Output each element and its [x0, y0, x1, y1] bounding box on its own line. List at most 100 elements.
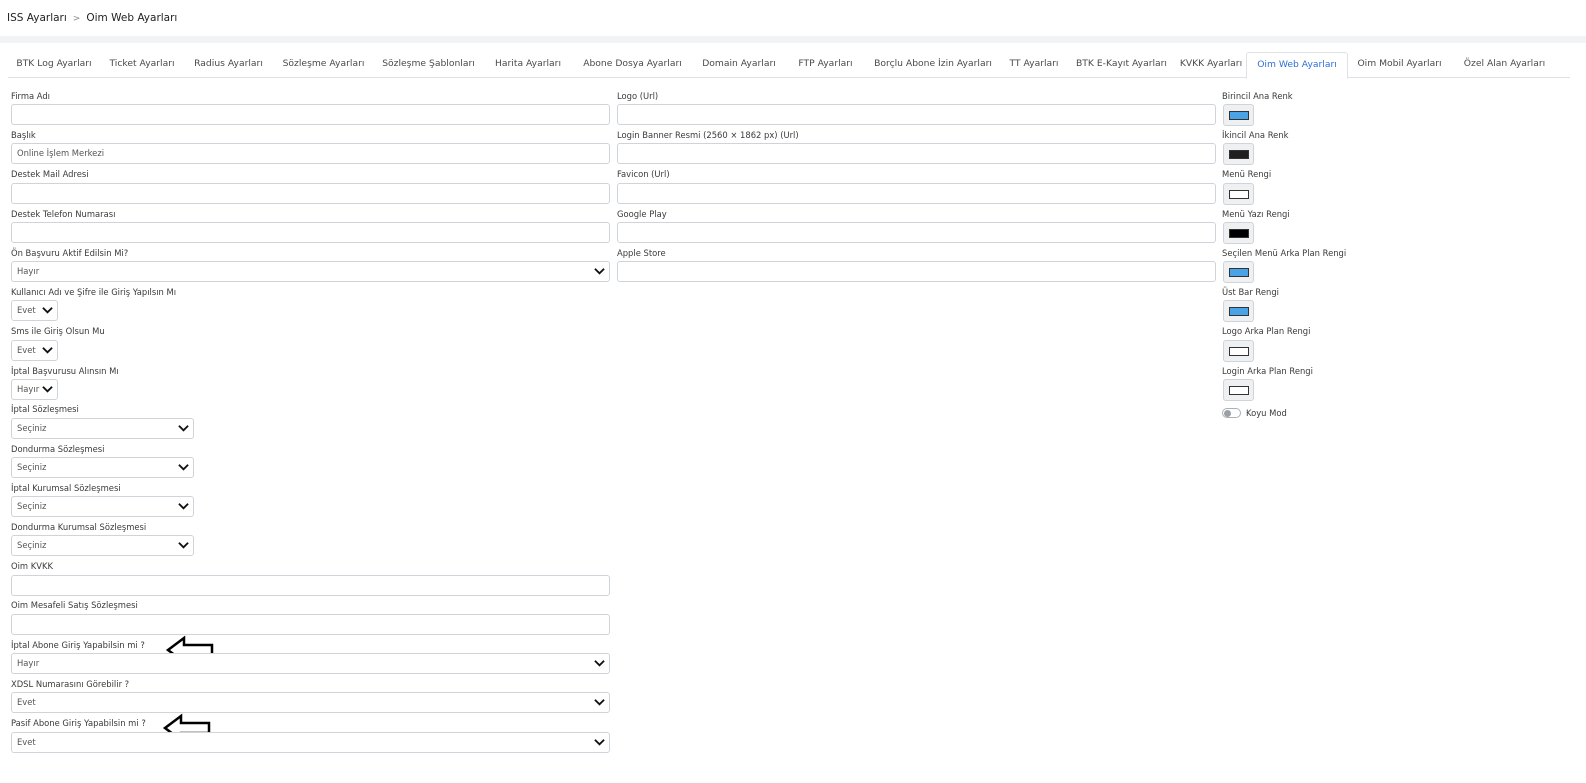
tab-radius[interactable]: Radius Ayarları [184, 52, 273, 78]
color-picker-menu-yazi[interactable] [1223, 222, 1254, 244]
sms-giris-select[interactable]: Evet [11, 340, 58, 361]
baslik-label: Başlık [11, 130, 36, 140]
iptal-abone-giris-value: Hayır [17, 658, 40, 668]
xdsl-select[interactable]: Evet [11, 692, 610, 713]
breadcrumb: ISS Ayarları > Oim Web Ayarları [7, 12, 177, 24]
chevron-down-icon [42, 307, 53, 314]
pasif-abone-giris-label: Pasif Abone Giriş Yapabilsin mi ? [11, 718, 146, 728]
logo-url-label: Logo (Url) [617, 91, 659, 101]
breadcrumb-separator: > [72, 14, 81, 24]
pasif-abone-giris-select[interactable]: Evet [11, 732, 610, 753]
color-picker-login-arka[interactable] [1223, 379, 1254, 401]
oim-kvkk-label: Oim KVKK [11, 561, 53, 571]
iptal-basvurusu-value: Hayır [17, 384, 40, 394]
destek-telefon-input[interactable] [11, 222, 610, 243]
favicon-input[interactable] [617, 183, 1216, 204]
chevron-down-icon [178, 425, 189, 432]
chevron-down-icon [42, 347, 53, 354]
chevron-down-icon [42, 386, 53, 393]
tab-abone-dosya[interactable]: Abone Dosya Ayarları [573, 52, 692, 78]
chevron-down-icon [178, 464, 189, 471]
tab-ozel-alan[interactable]: Özel Alan Ayarları [1451, 52, 1558, 78]
color-swatch [1229, 111, 1249, 120]
color-swatch [1229, 386, 1249, 395]
favicon-label: Favicon (Url) [617, 169, 670, 179]
destek-telefon-label: Destek Telefon Numarası [11, 209, 116, 219]
tab-sozlesme-sablonlari[interactable]: Sözleşme Şablonları [374, 52, 483, 78]
dondurma-sozlesmesi-label: Dondurma Sözleşmesi [11, 444, 105, 454]
color-label-ikincil: İkincil Ana Renk [1222, 130, 1289, 140]
tab-oim-web[interactable]: Oim Web Ayarları [1246, 52, 1348, 79]
iptal-abone-giris-select[interactable]: Hayır [11, 653, 610, 674]
tab-borclu-abone[interactable]: Borçlu Abone İzin Ayarları [865, 52, 1001, 78]
color-picker-secilen-menu[interactable] [1223, 261, 1254, 283]
color-swatch [1229, 229, 1249, 238]
apple-store-input[interactable] [617, 261, 1216, 282]
logo-url-input[interactable] [617, 104, 1216, 125]
iptal-sozlesmesi-label: İptal Sözleşmesi [11, 404, 79, 414]
color-picker-birincil[interactable] [1223, 104, 1254, 126]
color-label-menu: Menü Rengi [1222, 169, 1272, 179]
color-label-ust-bar: Üst Bar Rengi [1222, 287, 1279, 297]
google-play-label: Google Play [617, 209, 667, 219]
chevron-down-icon [178, 542, 189, 549]
color-swatch [1229, 150, 1249, 159]
baslik-input[interactable]: Online İşlem Merkezi [11, 143, 610, 164]
dondurma-kurumsal-select[interactable]: Seçiniz [11, 535, 194, 556]
color-label-login-arka: Login Arka Plan Rengi [1222, 366, 1313, 376]
iptal-basvurusu-label: İptal Başvurusu Alınsın Mı [11, 366, 119, 376]
tab-domain[interactable]: Domain Ayarları [692, 52, 786, 78]
tab-sozlesme[interactable]: Sözleşme Ayarları [273, 52, 374, 78]
iptal-kurumsal-value: Seçiniz [17, 501, 47, 511]
login-banner-input[interactable] [617, 143, 1216, 164]
dark-mode-toggle[interactable] [1222, 408, 1241, 418]
xdsl-label: XDSL Numarasını Görebilir ? [11, 679, 130, 689]
kullanici-sifre-select[interactable]: Evet [11, 300, 58, 321]
tab-tt[interactable]: TT Ayarları [1001, 52, 1067, 78]
color-picker-logo-arka[interactable] [1223, 340, 1254, 362]
kullanici-sifre-label: Kullanıcı Adı ve Şifre ile Giriş Yapılsı… [11, 287, 177, 297]
login-banner-label: Login Banner Resmi (2560 × 1862 px) (Url… [617, 130, 799, 140]
chevron-down-icon [594, 699, 605, 706]
xdsl-value: Evet [17, 697, 36, 707]
iptal-basvurusu-select[interactable]: Hayır [11, 379, 58, 400]
header-divider [0, 36, 1586, 43]
destek-mail-label: Destek Mail Adresi [11, 169, 89, 179]
tab-ftp[interactable]: FTP Ayarları [786, 52, 865, 78]
on-basvuru-select[interactable]: Hayır [11, 261, 610, 282]
color-swatch [1229, 307, 1249, 316]
iptal-sozlesmesi-select[interactable]: Seçiniz [11, 418, 194, 439]
oim-kvkk-input[interactable] [11, 575, 610, 596]
tab-oim-mobil[interactable]: Oim Mobil Ayarları [1348, 52, 1451, 78]
iptal-kurumsal-select[interactable]: Seçiniz [11, 496, 194, 517]
tab-harita[interactable]: Harita Ayarları [483, 52, 573, 78]
firma-adi-input[interactable] [11, 104, 610, 125]
color-picker-ust-bar[interactable] [1223, 300, 1254, 322]
on-basvuru-label: Ön Başvuru Aktif Edilsin Mi? [11, 248, 129, 258]
tab-kvkk[interactable]: KVKK Ayarları [1176, 52, 1246, 78]
color-label-secilen-menu: Seçilen Menü Arka Plan Rengi [1222, 248, 1347, 258]
tab-btk-ekayit[interactable]: BTK E-Kayıt Ayarları [1067, 52, 1176, 78]
chevron-down-icon [178, 503, 189, 510]
color-swatch [1229, 268, 1249, 277]
pasif-abone-giris-value: Evet [17, 737, 36, 747]
tab-btk-log[interactable]: BTK Log Ayarları [8, 52, 100, 78]
apple-store-label: Apple Store [617, 248, 666, 258]
destek-mail-input[interactable] [11, 183, 610, 204]
dondurma-sozlesmesi-value: Seçiniz [17, 462, 47, 472]
google-play-input[interactable] [617, 222, 1216, 243]
dondurma-sozlesmesi-select[interactable]: Seçiniz [11, 457, 194, 478]
firma-adi-label: Firma Adı [11, 91, 51, 101]
color-picker-menu[interactable] [1223, 183, 1254, 205]
tab-ticket[interactable]: Ticket Ayarları [100, 52, 184, 78]
on-basvuru-value: Hayır [17, 266, 40, 276]
breadcrumb-current: Oim Web Ayarları [86, 12, 178, 24]
kullanici-sifre-value: Evet [17, 305, 36, 315]
oim-mesafeli-input[interactable] [11, 614, 610, 635]
dondurma-kurumsal-value: Seçiniz [17, 540, 47, 550]
oim-mesafeli-label: Oim Mesafeli Satış Sözleşmesi [11, 600, 138, 610]
breadcrumb-root[interactable]: ISS Ayarları [7, 12, 67, 24]
chevron-down-icon [594, 268, 605, 275]
color-label-menu-yazi: Menü Yazı Rengi [1222, 209, 1290, 219]
color-picker-ikincil[interactable] [1223, 143, 1254, 165]
